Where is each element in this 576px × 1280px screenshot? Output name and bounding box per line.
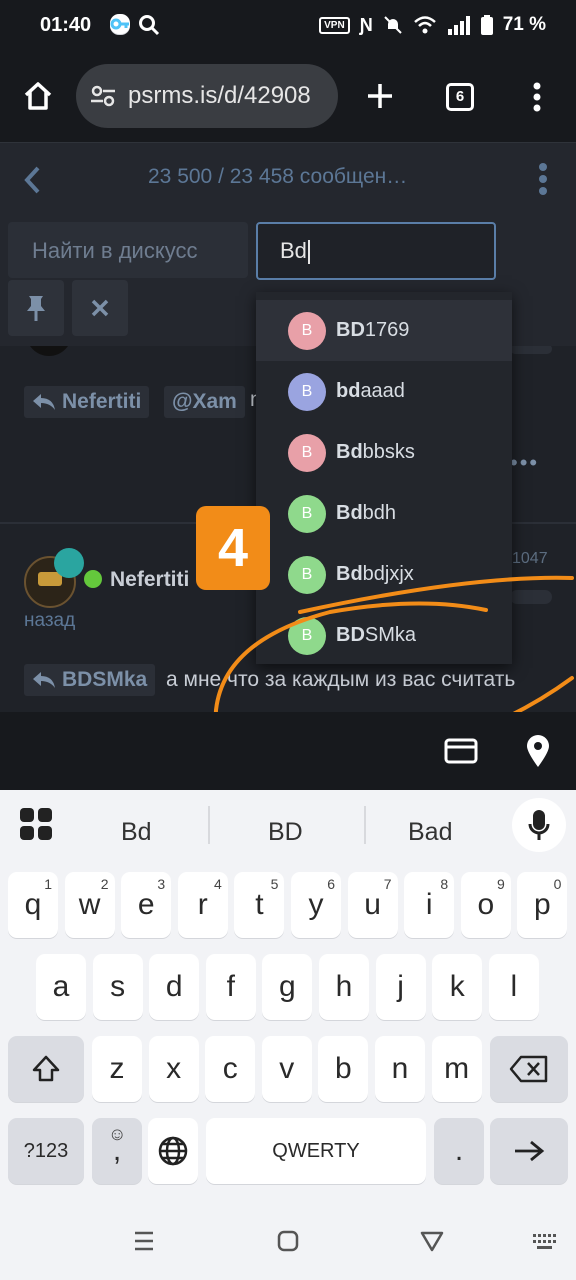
voice-input-button[interactable] [512, 798, 566, 852]
key-hint: 3 [157, 876, 166, 892]
key-x[interactable]: x [148, 1036, 199, 1102]
key-label: b [335, 1052, 352, 1085]
key-n[interactable]: n [375, 1036, 425, 1102]
microphone-icon [528, 810, 550, 840]
key-label: QWERTY [272, 1139, 360, 1162]
key-label: ?123 [23, 1139, 69, 1162]
key-label: h [335, 970, 353, 1003]
key-label: u [364, 888, 381, 921]
key-i[interactable]: i8 [404, 872, 455, 938]
suggestion-1[interactable]: Bd [121, 818, 152, 847]
key-hint: 8 [440, 876, 449, 892]
key-label: y [308, 888, 324, 921]
key-label: k [449, 970, 465, 1003]
key-label: t [255, 888, 264, 921]
arrow-right-icon [515, 1140, 545, 1162]
key-p[interactable]: p0 [517, 872, 568, 938]
key-t[interactable]: t5 [234, 872, 285, 938]
key-label: c [222, 1052, 238, 1085]
key-l[interactable]: l [488, 954, 539, 1020]
shift-key[interactable] [8, 1036, 84, 1102]
key-hint: 2 [100, 876, 109, 892]
period-key[interactable]: . [434, 1118, 484, 1184]
back-nav-icon[interactable] [420, 1230, 444, 1252]
suggestion-3[interactable]: Bad [408, 818, 452, 847]
symbols-key[interactable]: ?123 [8, 1118, 84, 1184]
key-label: n [391, 1052, 409, 1085]
composer-toolbar [0, 712, 576, 790]
keyboard-apps-icon[interactable] [20, 808, 52, 840]
keyboard-hide-icon[interactable] [532, 1232, 558, 1252]
key-o[interactable]: o9 [460, 872, 511, 938]
attach-icon[interactable] [366, 736, 402, 764]
divider [364, 806, 366, 844]
key-v[interactable]: v [261, 1036, 312, 1102]
key-k[interactable]: k [432, 954, 483, 1020]
key-hint: 7 [383, 876, 392, 892]
key-label: m [444, 1052, 470, 1085]
key-c[interactable]: c [205, 1036, 256, 1102]
key-e[interactable]: e3 [121, 872, 172, 938]
location-icon[interactable] [526, 734, 550, 768]
key-label: j [397, 970, 404, 1003]
recents-icon[interactable] [134, 1230, 154, 1252]
key-hint: 0 [553, 876, 562, 892]
key-label: o [477, 888, 495, 921]
key-label: e [137, 888, 155, 921]
key-hint: 9 [497, 876, 505, 892]
home-nav-icon[interactable] [277, 1230, 299, 1252]
backspace-icon [509, 1055, 548, 1083]
language-key[interactable] [148, 1118, 198, 1184]
key-label: q [24, 888, 42, 921]
key-label: . [454, 1134, 464, 1167]
key-a[interactable]: a [36, 954, 86, 1020]
key-label: a [52, 970, 70, 1003]
key-hint: 1 [44, 876, 52, 892]
key-m[interactable]: m [431, 1036, 482, 1102]
key-label: w [78, 888, 101, 921]
key-s[interactable]: s [92, 954, 143, 1020]
key-hint: 4 [214, 876, 222, 892]
key-y[interactable]: y6 [291, 872, 341, 938]
key-g[interactable]: g [262, 954, 313, 1020]
key-label: x [166, 1052, 182, 1085]
key-f[interactable]: f [205, 954, 256, 1020]
key-j[interactable]: j [375, 954, 426, 1020]
enter-key[interactable] [490, 1118, 568, 1184]
backspace-key[interactable] [490, 1036, 568, 1102]
divider [208, 806, 210, 844]
key-label: z [109, 1052, 125, 1085]
key-label: v [279, 1052, 295, 1085]
space-key[interactable]: QWERTY [206, 1118, 426, 1184]
globe-icon [158, 1136, 188, 1166]
key-u[interactable]: u7 [347, 872, 398, 938]
key-label: i [425, 888, 433, 921]
key-label: d [165, 970, 183, 1003]
key-hint: 5 [270, 876, 279, 892]
key-hint: 6 [327, 876, 335, 892]
system-nav-bar [0, 1206, 576, 1280]
key-r[interactable]: r4 [177, 872, 228, 938]
key-d[interactable]: d [149, 954, 200, 1020]
key-w[interactable]: w2 [64, 872, 115, 938]
key-b[interactable]: b [318, 1036, 369, 1102]
shift-icon [32, 1055, 60, 1082]
key-label: f [226, 970, 235, 1003]
key-h[interactable]: h [319, 954, 369, 1020]
key-q[interactable]: q1 [8, 872, 58, 938]
emoji-icon: ☺ [108, 1124, 127, 1144]
key-label: s [110, 970, 126, 1003]
key-z[interactable]: z [92, 1036, 142, 1102]
key-label: l [510, 970, 518, 1003]
key-label: p [534, 888, 551, 921]
key-label: r [197, 888, 208, 921]
suggestion-2[interactable]: BD [268, 818, 303, 847]
card-icon[interactable] [444, 738, 478, 764]
key-label: g [279, 970, 296, 1003]
emoji-comma-key[interactable]: , ☺ [92, 1118, 142, 1184]
